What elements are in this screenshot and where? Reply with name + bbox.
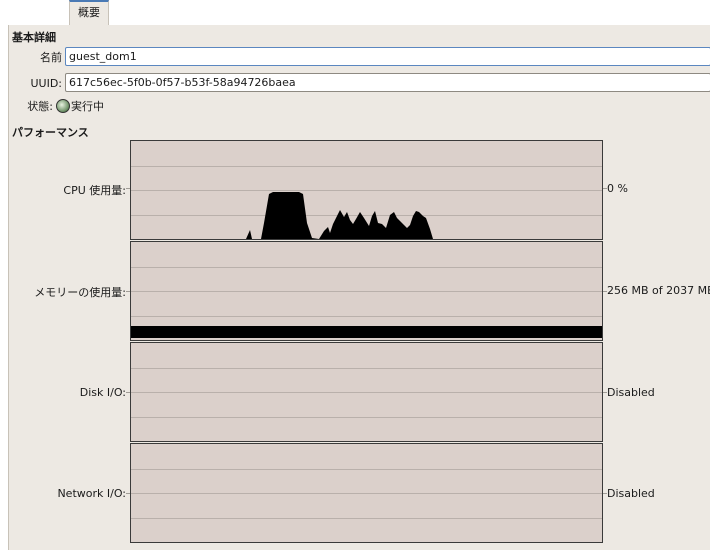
cpu-usage-value: 0 % [607,182,628,195]
memory-usage-band [131,326,602,338]
disk-io-label: Disk I/O: [79,386,126,399]
overview-panel: 基本詳細 名前 guest_dom1 UUID: 617c56ec-5f0b-0… [8,25,710,550]
performance-heading: パフォーマンス [12,126,89,139]
running-status-icon [56,99,70,113]
network-io-graph [130,443,603,543]
memory-usage-label: メモリーの使用量: [34,286,126,299]
name-field[interactable]: guest_dom1 [65,47,710,66]
network-io-value: Disabled [607,487,655,500]
state-label: 状態: [27,100,53,113]
memory-usage-graph [130,241,603,341]
name-label: 名前 [40,51,62,64]
uuid-field[interactable]: 617c56ec-5f0b-0f57-b53f-58a94726baea [65,73,710,92]
disk-io-value: Disabled [607,386,655,399]
disk-io-graph [130,342,603,442]
tab-overview[interactable]: 概要 [69,0,109,25]
network-io-label: Network I/O: [57,487,126,500]
basic-details-heading: 基本詳細 [12,31,56,44]
cpu-usage-label: CPU 使用量: [63,184,126,197]
cpu-usage-graph [130,140,603,240]
uuid-label: UUID: [30,77,62,90]
memory-usage-value: 256 MB of 2037 MB [607,284,710,297]
state-value: 実行中 [71,100,104,113]
